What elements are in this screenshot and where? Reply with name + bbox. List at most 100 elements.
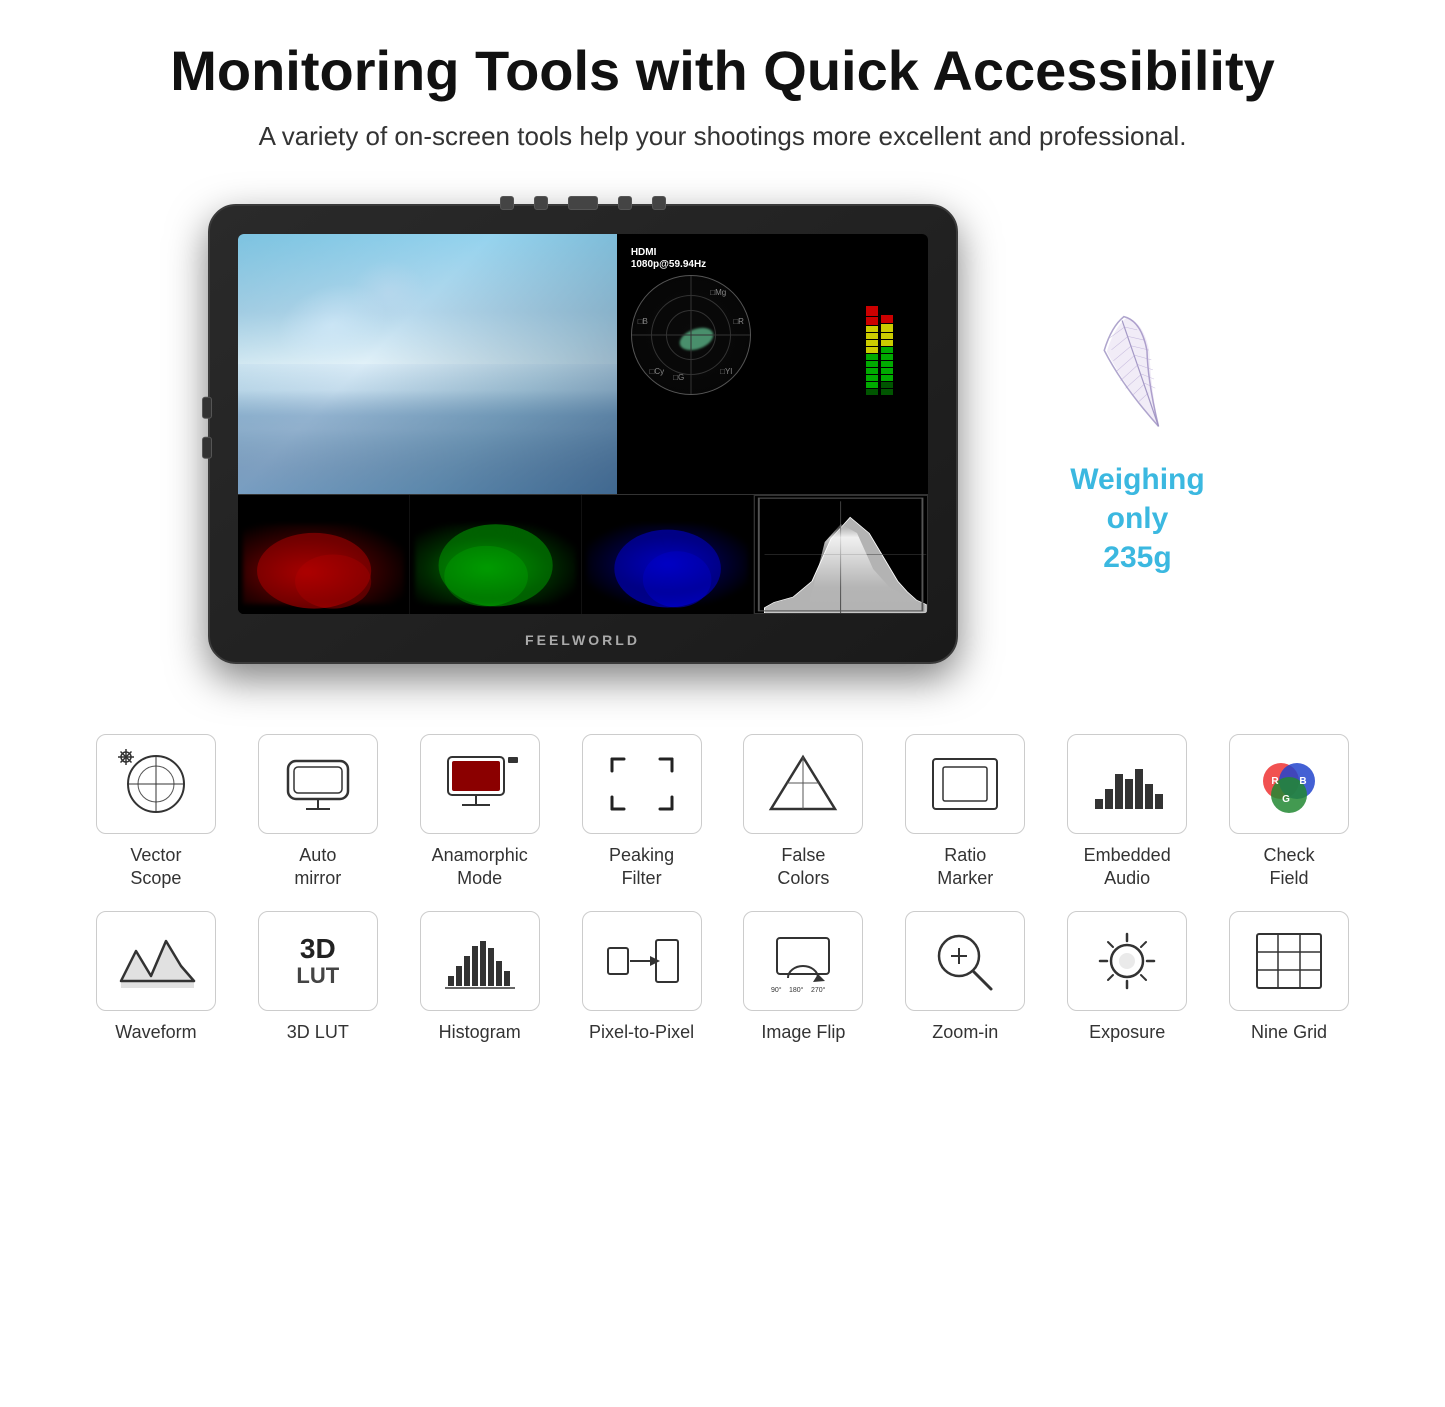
feature-exposure: Exposure xyxy=(1051,911,1203,1044)
features-row-2: Waveform 3D LUT 3D LUT xyxy=(80,911,1365,1044)
monitor-screen: HDMI 1080p@59.94Hz □R □Mg xyxy=(238,234,928,614)
exposure-icon xyxy=(1087,926,1167,996)
histogram-icon xyxy=(440,926,520,996)
exposure-label: Exposure xyxy=(1089,1021,1165,1044)
main-title: Monitoring Tools with Quick Accessibilit… xyxy=(60,40,1385,102)
anamorphic-mode-label: AnamorphicMode xyxy=(432,844,528,891)
vector-circle: □R □Mg □B □Cy □G □Yl xyxy=(631,275,751,395)
weight-text: Weighing only235g xyxy=(1038,460,1238,577)
port xyxy=(202,397,212,419)
waveform-blue xyxy=(582,495,754,614)
false-colors-icon-box xyxy=(743,734,863,834)
top-button xyxy=(534,196,548,210)
svg-text:270°: 270° xyxy=(811,986,826,994)
vector-label-mg: □Mg xyxy=(710,288,726,297)
vector-scope-icon-box xyxy=(96,734,216,834)
feature-waveform: Waveform xyxy=(80,911,232,1044)
auto-mirror-label: Automirror xyxy=(294,844,341,891)
peaking-filter-label: PeakingFilter xyxy=(609,844,674,891)
feature-peaking-filter: PeakingFilter xyxy=(566,734,718,891)
top-button-large xyxy=(568,196,598,210)
zoom-in-icon xyxy=(925,926,1005,996)
ratio-marker-label: RatioMarker xyxy=(937,844,993,891)
svg-text:B: B xyxy=(1299,776,1306,787)
pixel-to-pixel-icon-box xyxy=(582,911,702,1011)
feature-ratio-marker: RatioMarker xyxy=(889,734,1041,891)
main-subtitle: A variety of on-screen tools help your s… xyxy=(60,118,1385,154)
audio-meter-group xyxy=(866,275,893,395)
zoom-in-icon-box xyxy=(905,911,1025,1011)
anamorphic-mode-icon xyxy=(440,749,520,819)
exposure-icon-box xyxy=(1067,911,1187,1011)
false-colors-label: FalseColors xyxy=(777,844,829,891)
audio-meter-left xyxy=(866,275,878,395)
ratio-marker-icon-box xyxy=(905,734,1025,834)
vector-circle-container: □R □Mg □B □Cy □G □Yl xyxy=(631,275,862,442)
right-side-panel: Weighing only235g xyxy=(1038,300,1238,577)
screen-top: HDMI 1080p@59.94Hz □R □Mg xyxy=(238,234,928,494)
svg-text:G: G xyxy=(1282,794,1290,805)
vector-scope-icon xyxy=(116,749,196,819)
waveform-green xyxy=(410,495,582,614)
vector-scope-label: VectorScope xyxy=(130,844,181,891)
feature-embedded-audio: EmbeddedAudio xyxy=(1051,734,1203,891)
histogram-icon-box xyxy=(420,911,540,1011)
embedded-audio-label: EmbeddedAudio xyxy=(1084,844,1171,891)
waveform-red xyxy=(238,495,410,614)
nine-grid-icon xyxy=(1249,926,1329,996)
histogram-label: Histogram xyxy=(439,1021,521,1044)
peaking-filter-icon-box xyxy=(582,734,702,834)
peaking-filter-icon xyxy=(602,749,682,819)
vector-label-g: □G xyxy=(673,373,684,382)
top-button xyxy=(652,196,666,210)
svg-text:90°: 90° xyxy=(771,986,782,994)
top-button xyxy=(618,196,632,210)
nine-grid-icon-box xyxy=(1229,911,1349,1011)
pixel-to-pixel-label: Pixel-to-Pixel xyxy=(589,1021,694,1044)
feather-icon xyxy=(1088,300,1188,440)
nine-grid-label: Nine Grid xyxy=(1251,1021,1327,1044)
embedded-audio-icon-box xyxy=(1067,734,1187,834)
monitor-body: HDMI 1080p@59.94Hz □R □Mg xyxy=(208,204,958,664)
auto-mirror-icon-box xyxy=(258,734,378,834)
vectorscope-overlay: HDMI 1080p@59.94Hz □R □Mg xyxy=(631,247,893,442)
vector-label-b: □B xyxy=(638,317,648,326)
pixel-to-pixel-icon xyxy=(602,926,682,996)
port xyxy=(202,437,212,459)
feature-vector-scope: VectorScope xyxy=(80,734,232,891)
3d-lut-text-lut: LUT xyxy=(296,965,339,987)
feature-check-field: R B G CheckField xyxy=(1213,734,1365,891)
svg-text:R: R xyxy=(1271,776,1279,787)
check-field-icon: R B G xyxy=(1249,749,1329,819)
hdmi-label: HDMI 1080p@59.94Hz xyxy=(631,247,893,271)
check-field-icon-box: R B G xyxy=(1229,734,1349,834)
top-button xyxy=(500,196,514,210)
feature-histogram: Histogram xyxy=(404,911,556,1044)
monitor-top-buttons xyxy=(500,196,666,210)
vector-label-cy: □Cy xyxy=(650,367,665,376)
feature-3d-lut: 3D LUT 3D LUT xyxy=(242,911,394,1044)
waveform-icon-box xyxy=(96,911,216,1011)
scope-area: □R □Mg □B □Cy □G □Yl xyxy=(631,275,893,442)
histogram-box xyxy=(754,495,927,614)
features-section: VectorScope Automirror xyxy=(60,734,1385,1044)
ratio-marker-icon xyxy=(925,749,1005,819)
side-ports-left xyxy=(202,397,212,459)
check-field-label: CheckField xyxy=(1264,844,1315,891)
zoom-in-label: Zoom-in xyxy=(932,1021,998,1044)
3d-lut-icon-box: 3D LUT xyxy=(258,911,378,1011)
vector-label-r: □R xyxy=(733,317,744,326)
waveform-label: Waveform xyxy=(115,1021,196,1044)
svg-text:180°: 180° xyxy=(789,986,804,994)
feature-anamorphic-mode: AnamorphicMode xyxy=(404,734,556,891)
monitor-wrapper: HDMI 1080p@59.94Hz □R □Mg xyxy=(208,204,958,674)
embedded-audio-icon xyxy=(1087,749,1167,819)
audio-meter-right xyxy=(881,275,893,395)
feature-image-flip: 90° 180° 270° Image Flip xyxy=(728,911,880,1044)
anamorphic-mode-icon-box xyxy=(420,734,540,834)
false-colors-icon xyxy=(763,749,843,819)
brand-label: FEELWORLD xyxy=(525,632,640,648)
feature-nine-grid: Nine Grid xyxy=(1213,911,1365,1044)
3d-lut-text-3d: 3D xyxy=(300,935,336,963)
feature-auto-mirror: Automirror xyxy=(242,734,394,891)
